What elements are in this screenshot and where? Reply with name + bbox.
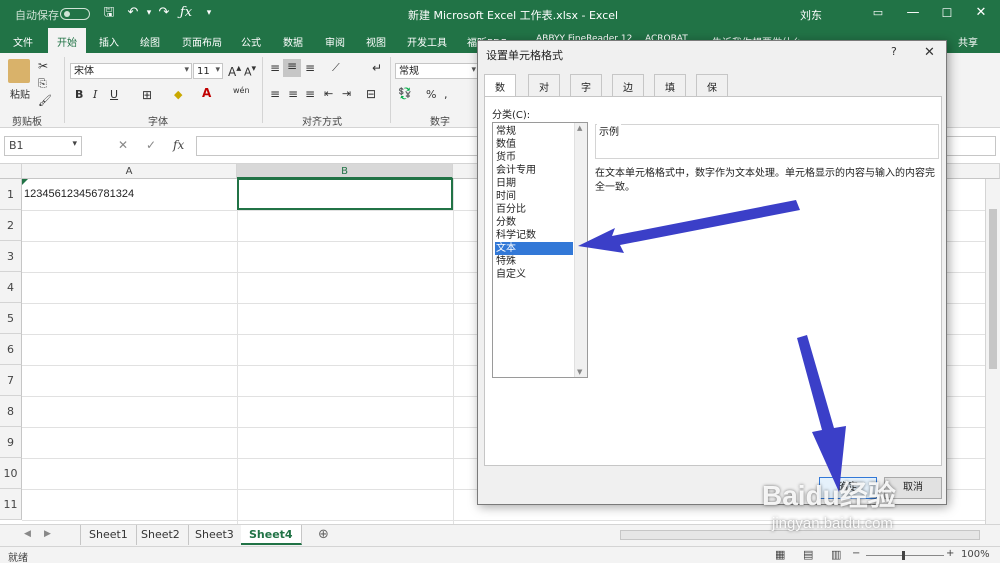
arrow-to-ok-button	[797, 335, 846, 492]
watermark-logo: Baidu经验	[762, 480, 896, 511]
sample-label: 示例	[597, 123, 621, 138]
watermark-url: jingyan.baidu.com	[772, 515, 893, 532]
arrow-to-text-category	[578, 200, 800, 253]
arrow-icon	[578, 200, 846, 492]
